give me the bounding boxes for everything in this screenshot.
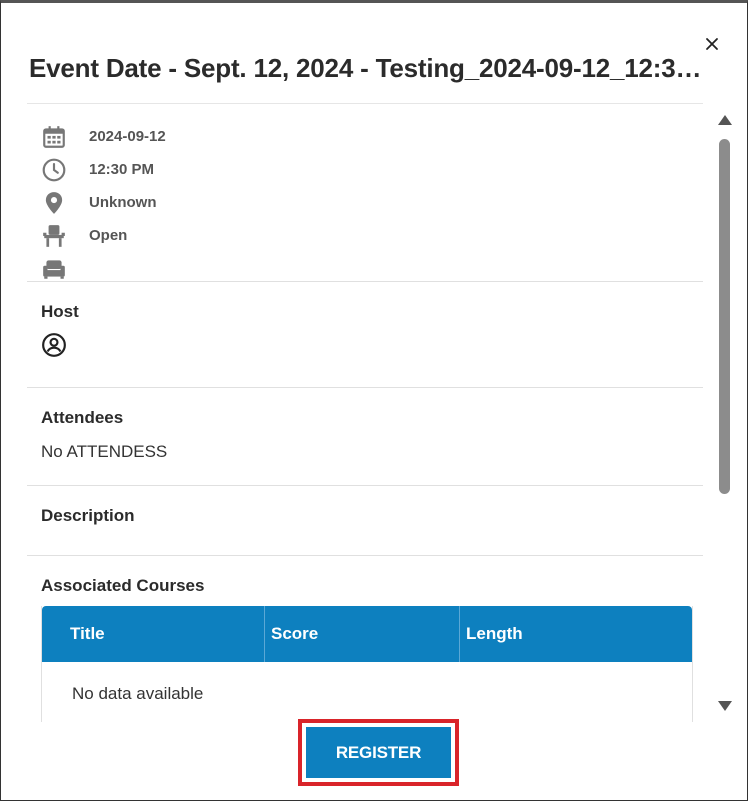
date-row: 2024-09-12 (27, 120, 703, 153)
time-row: 12:30 PM (27, 153, 703, 186)
description-section: Description (27, 486, 703, 556)
attendees-section: Attendees No ATTENDESS (27, 388, 703, 486)
close-icon (706, 38, 718, 50)
attendees-value: No ATTENDESS (41, 442, 168, 461)
seating-row: Open (27, 219, 703, 252)
calendar-icon (43, 125, 65, 148)
scroll-up-icon[interactable] (718, 115, 732, 125)
register-button[interactable]: REGISTER (306, 727, 451, 778)
column-length[interactable]: Length (460, 606, 692, 662)
host-title: Host (41, 302, 79, 321)
scroll-down-icon[interactable] (718, 701, 732, 711)
register-highlight: REGISTER (298, 719, 459, 786)
user-circle-icon (42, 333, 66, 357)
scrollbar-thumb[interactable] (719, 139, 730, 494)
table-header: Title Score Length (42, 606, 692, 662)
event-time: 12:30 PM (89, 161, 155, 178)
dialog-title: Event Date - Sept. 12, 2024 - Testing_20… (29, 53, 709, 83)
courses-title: Associated Courses (41, 576, 205, 595)
column-title[interactable]: Title (42, 606, 265, 662)
attendees-title: Attendees (41, 408, 124, 427)
event-date: 2024-09-12 (89, 128, 166, 145)
location-pin-icon (45, 191, 63, 214)
location-row: Unknown (27, 186, 703, 219)
extra-row (27, 252, 703, 285)
host-section: Host (27, 282, 703, 388)
courses-table: Title Score Length No data available (41, 606, 693, 722)
column-score[interactable]: Score (265, 606, 460, 662)
event-location: Unknown (89, 194, 157, 211)
event-info: 2024-09-12 12:30 PM Unknown Open (27, 104, 703, 282)
sofa-icon (43, 259, 65, 279)
dialog-content: 2024-09-12 12:30 PM Unknown Open Host At… (27, 103, 703, 722)
clock-icon (42, 158, 66, 181)
event-dialog: Event Date - Sept. 12, 2024 - Testing_20… (0, 0, 748, 801)
close-button[interactable] (701, 33, 723, 55)
description-title: Description (41, 506, 135, 525)
table-empty-message: No data available (72, 684, 204, 703)
courses-section: Associated Courses Title Score Length No… (27, 556, 703, 722)
event-seating: Open (89, 227, 128, 244)
seat-icon (43, 224, 65, 247)
vertical-scrollbar[interactable] (717, 111, 733, 715)
